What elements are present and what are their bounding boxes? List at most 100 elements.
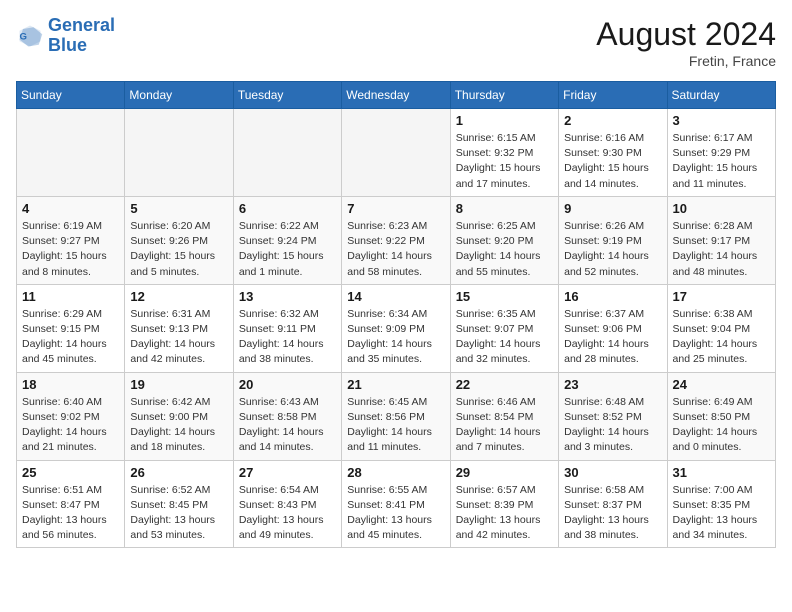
day-info: Sunrise: 6:16 AM Sunset: 9:30 PM Dayligh… [564,131,661,192]
day-info: Sunrise: 6:22 AM Sunset: 9:24 PM Dayligh… [239,219,336,280]
day-number: 25 [22,465,119,480]
calendar-cell: 30 Sunrise: 6:58 AM Sunset: 8:37 PM Dayli… [559,460,667,548]
day-number: 17 [673,289,770,304]
day-of-week-friday: Friday [559,82,667,109]
day-number: 18 [22,377,119,392]
calendar-cell: 23 Sunrise: 6:48 AM Sunset: 8:52 PM Dayli… [559,372,667,460]
calendar-week-1: 1 Sunrise: 6:15 AM Sunset: 9:32 PM Daylig… [17,109,776,197]
calendar-cell: 4 Sunrise: 6:19 AM Sunset: 9:27 PM Daylig… [17,196,125,284]
day-info: Sunrise: 6:29 AM Sunset: 9:15 PM Dayligh… [22,307,119,368]
day-number: 10 [673,201,770,216]
calendar-cell: 10 Sunrise: 6:28 AM Sunset: 9:17 PM Dayli… [667,196,775,284]
day-of-week-monday: Monday [125,82,233,109]
location: Fretin, France [596,53,776,69]
day-number: 13 [239,289,336,304]
calendar-week-4: 18 Sunrise: 6:40 AM Sunset: 9:02 PM Dayli… [17,372,776,460]
day-number: 8 [456,201,553,216]
calendar-cell: 2 Sunrise: 6:16 AM Sunset: 9:30 PM Daylig… [559,109,667,197]
day-number: 23 [564,377,661,392]
day-number: 9 [564,201,661,216]
calendar-cell: 16Sunrise: 6:37 AM Sunset: 9:06 PM Dayli… [559,284,667,372]
logo-blue: Blue [48,35,87,55]
day-number: 22 [456,377,553,392]
day-number: 1 [456,113,553,128]
calendar-cell: 14 Sunrise: 6:34 AM Sunset: 9:09 PM Dayli… [342,284,450,372]
day-number: 11 [22,289,119,304]
day-info: Sunrise: 6:58 AM Sunset: 8:37 PM Dayligh… [564,483,661,544]
calendar-cell: 22 Sunrise: 6:46 AM Sunset: 8:54 PM Dayli… [450,372,558,460]
day-info: Sunrise: 6:34 AM Sunset: 9:09 PM Dayligh… [347,307,444,368]
calendar-cell: 13 Sunrise: 6:32 AM Sunset: 9:11 PM Dayli… [233,284,341,372]
day-number: 30 [564,465,661,480]
day-info: Sunrise: 6:32 AM Sunset: 9:11 PM Dayligh… [239,307,336,368]
day-info: Sunrise: 6:46 AM Sunset: 8:54 PM Dayligh… [456,395,553,456]
calendar-cell: 26 Sunrise: 6:52 AM Sunset: 8:45 PM Dayli… [125,460,233,548]
day-info: Sunrise: 6:17 AM Sunset: 9:29 PM Dayligh… [673,131,770,192]
calendar-cell: 24Sunrise: 6:49 AM Sunset: 8:50 PM Dayli… [667,372,775,460]
day-info: Sunrise: 6:57 AM Sunset: 8:39 PM Dayligh… [456,483,553,544]
calendar-cell: 9 Sunrise: 6:26 AM Sunset: 9:19 PM Daylig… [559,196,667,284]
day-number: 4 [22,201,119,216]
month-title: August 2024 [596,16,776,53]
calendar-cell: 25 Sunrise: 6:51 AM Sunset: 8:47 PM Dayli… [17,460,125,548]
day-info: Sunrise: 6:25 AM Sunset: 9:20 PM Dayligh… [456,219,553,280]
day-info: Sunrise: 7:00 AM Sunset: 8:35 PM Dayligh… [673,483,770,544]
calendar-cell: 5 Sunrise: 6:20 AM Sunset: 9:26 PM Daylig… [125,196,233,284]
title-block: August 2024 Fretin, France [596,16,776,69]
calendar-cell: 27 Sunrise: 6:54 AM Sunset: 8:43 PM Dayli… [233,460,341,548]
day-info: Sunrise: 6:31 AM Sunset: 9:13 PM Dayligh… [130,307,227,368]
calendar-cell: 28Sunrise: 6:55 AM Sunset: 8:41 PM Dayli… [342,460,450,548]
calendar-cell [17,109,125,197]
day-info: Sunrise: 6:45 AM Sunset: 8:56 PM Dayligh… [347,395,444,456]
calendar-cell: 7Sunrise: 6:23 AM Sunset: 9:22 PM Daylig… [342,196,450,284]
day-number: 15 [456,289,553,304]
calendar-cell: 12 Sunrise: 6:31 AM Sunset: 9:13 PM Dayli… [125,284,233,372]
calendar: SundayMondayTuesdayWednesdayThursdayFrid… [16,81,776,548]
day-number: 14 [347,289,444,304]
calendar-cell: 29 Sunrise: 6:57 AM Sunset: 8:39 PM Dayli… [450,460,558,548]
calendar-cell: 3 Sunrise: 6:17 AM Sunset: 9:29 PM Daylig… [667,109,775,197]
day-number: 7 [347,201,444,216]
day-number: 16 [564,289,661,304]
calendar-cell [125,109,233,197]
day-info: Sunrise: 6:40 AM Sunset: 9:02 PM Dayligh… [22,395,119,456]
day-info: Sunrise: 6:55 AM Sunset: 8:41 PM Dayligh… [347,483,444,544]
calendar-cell: 15 Sunrise: 6:35 AM Sunset: 9:07 PM Dayli… [450,284,558,372]
day-number: 3 [673,113,770,128]
day-info: Sunrise: 6:52 AM Sunset: 8:45 PM Dayligh… [130,483,227,544]
calendar-cell: 8 Sunrise: 6:25 AM Sunset: 9:20 PM Daylig… [450,196,558,284]
day-info: Sunrise: 6:35 AM Sunset: 9:07 PM Dayligh… [456,307,553,368]
logo-general: General [48,15,115,35]
calendar-cell: 18 Sunrise: 6:40 AM Sunset: 9:02 PM Dayli… [17,372,125,460]
logo: G General Blue [16,16,115,56]
day-info: Sunrise: 6:15 AM Sunset: 9:32 PM Dayligh… [456,131,553,192]
day-number: 29 [456,465,553,480]
day-number: 27 [239,465,336,480]
calendar-cell [342,109,450,197]
day-info: Sunrise: 6:26 AM Sunset: 9:19 PM Dayligh… [564,219,661,280]
calendar-header: SundayMondayTuesdayWednesdayThursdayFrid… [17,82,776,109]
day-number: 5 [130,201,227,216]
page-header: G General Blue August 2024 Fretin, Franc… [16,16,776,69]
day-info: Sunrise: 6:51 AM Sunset: 8:47 PM Dayligh… [22,483,119,544]
calendar-cell: 19Sunrise: 6:42 AM Sunset: 9:00 PM Dayli… [125,372,233,460]
logo-icon: G [16,22,44,50]
day-info: Sunrise: 6:54 AM Sunset: 8:43 PM Dayligh… [239,483,336,544]
day-info: Sunrise: 6:20 AM Sunset: 9:26 PM Dayligh… [130,219,227,280]
calendar-cell [233,109,341,197]
day-number: 12 [130,289,227,304]
day-of-week-wednesday: Wednesday [342,82,450,109]
day-number: 20 [239,377,336,392]
day-info: Sunrise: 6:43 AM Sunset: 8:58 PM Dayligh… [239,395,336,456]
day-info: Sunrise: 6:28 AM Sunset: 9:17 PM Dayligh… [673,219,770,280]
calendar-week-2: 4 Sunrise: 6:19 AM Sunset: 9:27 PM Daylig… [17,196,776,284]
calendar-cell: 20 Sunrise: 6:43 AM Sunset: 8:58 PM Dayli… [233,372,341,460]
day-number: 26 [130,465,227,480]
day-info: Sunrise: 6:48 AM Sunset: 8:52 PM Dayligh… [564,395,661,456]
day-info: Sunrise: 6:19 AM Sunset: 9:27 PM Dayligh… [22,219,119,280]
day-info: Sunrise: 6:42 AM Sunset: 9:00 PM Dayligh… [130,395,227,456]
calendar-cell: 1 Sunrise: 6:15 AM Sunset: 9:32 PM Daylig… [450,109,558,197]
day-info: Sunrise: 6:49 AM Sunset: 8:50 PM Dayligh… [673,395,770,456]
day-number: 2 [564,113,661,128]
day-number: 21 [347,377,444,392]
